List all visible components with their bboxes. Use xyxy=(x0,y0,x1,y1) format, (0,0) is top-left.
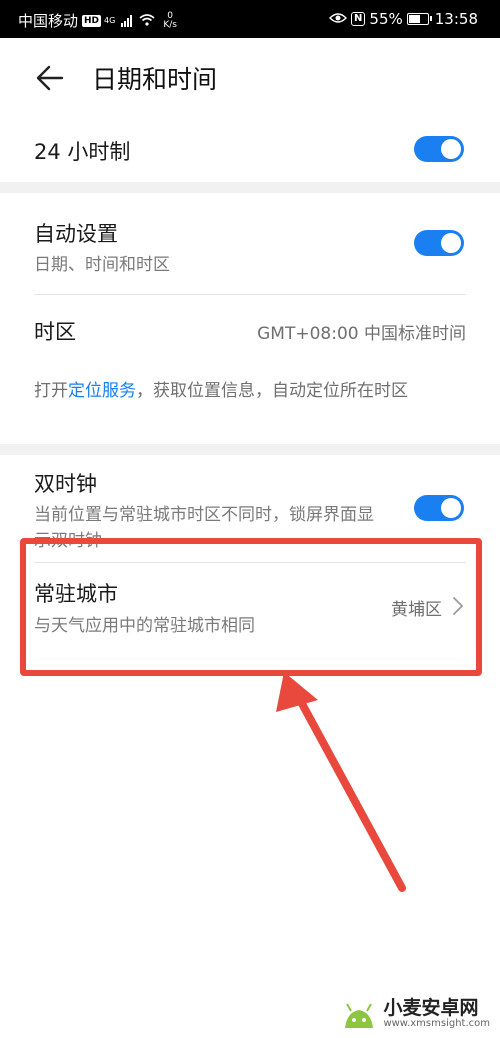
toggle-24hour[interactable] xyxy=(414,136,464,162)
battery-percent: 55% xyxy=(369,10,403,28)
hd-badge: HD xyxy=(82,14,102,27)
watermark-name: 小麦安卓网 xyxy=(383,997,479,1019)
android-logo-icon xyxy=(345,1003,374,1028)
clock: 13:58 xyxy=(434,10,478,28)
divider xyxy=(34,294,466,295)
page-title: 日期和时间 xyxy=(92,65,218,94)
eye-icon xyxy=(329,10,348,28)
timezone-value: GMT+08:00 中国标准时间 xyxy=(257,324,466,344)
battery-icon xyxy=(406,13,432,25)
location-info-text: 打开定位服务，获取位置信息，自动定位所在时区 xyxy=(34,381,408,401)
section-gap xyxy=(0,182,500,193)
setting-label: 双时钟 xyxy=(34,472,97,496)
net-speed: 0 K/s xyxy=(163,10,177,30)
arrow-left-icon[interactable] xyxy=(34,62,66,94)
watermark: 小麦安卓网 www.xmsmsight.com xyxy=(341,998,490,1030)
highlight-box xyxy=(20,538,482,676)
nfc-icon: N xyxy=(351,12,366,26)
app-header: 日期和时间 xyxy=(0,38,500,118)
toggle-auto-set[interactable] xyxy=(414,230,464,256)
wifi-icon xyxy=(139,12,155,30)
section-gap xyxy=(0,444,500,455)
carrier-name: 中国移动 xyxy=(18,12,79,30)
status-bar: 中国移动 HD 4G 0 K/s N 55% 13:58 xyxy=(0,0,500,38)
setting-label: 自动设置 xyxy=(34,222,118,246)
signal-icon xyxy=(121,14,133,27)
setting-sublabel: 日期、时间和时区 xyxy=(34,255,170,275)
setting-label: 时区 xyxy=(34,320,76,344)
watermark-url: www.xmsmsight.com xyxy=(383,1018,490,1029)
toggle-dual-clock[interactable] xyxy=(414,495,464,521)
network-type: 4G xyxy=(104,16,116,25)
location-service-link[interactable]: 定位服务 xyxy=(68,381,136,401)
setting-label: 24 小时制 xyxy=(34,140,131,164)
